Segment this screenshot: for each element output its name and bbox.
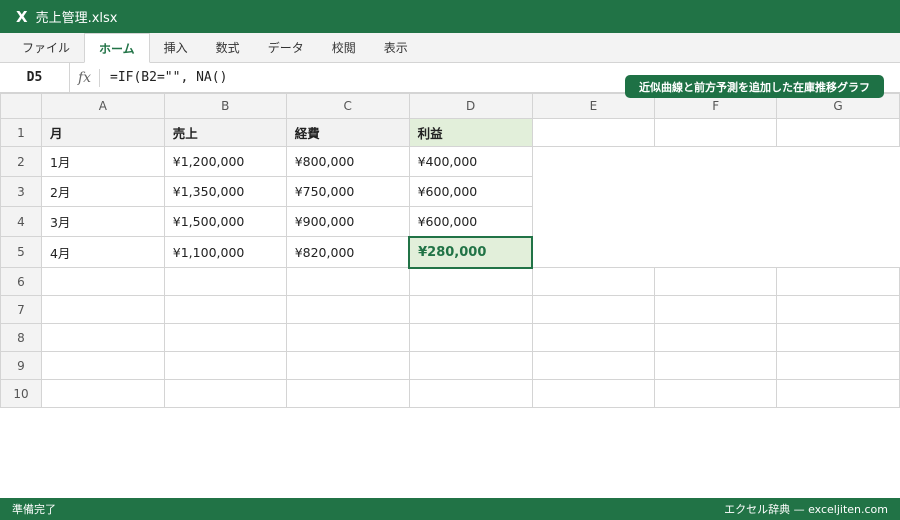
column-header-d[interactable]: D [408, 93, 533, 119]
cell-a3[interactable]: 2月 [40, 176, 165, 207]
cell-d5-selected[interactable]: ¥280,000 [408, 235, 534, 269]
status-credit: エクセル辞典 — exceljiten.com [724, 503, 888, 516]
cell-g8[interactable] [776, 323, 900, 352]
cell-b5[interactable]: ¥1,100,000 [163, 236, 287, 268]
cell-a5[interactable]: 4月 [40, 236, 165, 268]
cell-e6[interactable] [531, 267, 656, 296]
tab-home[interactable]: ホーム [84, 33, 150, 63]
cell-b2[interactable]: ¥1,200,000 [163, 146, 287, 177]
cell-c10[interactable] [285, 379, 410, 408]
tab-formulas[interactable]: 数式 [202, 32, 254, 62]
cell-a2[interactable]: 1月 [40, 146, 165, 177]
cell-d9[interactable] [408, 351, 533, 380]
cell-a10[interactable] [40, 379, 165, 408]
cell-g9[interactable] [776, 351, 900, 380]
cell-d1[interactable]: 利益 [408, 118, 533, 147]
cell-a8[interactable] [40, 323, 165, 352]
cell-c9[interactable] [285, 351, 410, 380]
cell-c8[interactable] [285, 323, 410, 352]
cell-f7[interactable] [654, 295, 778, 324]
cell-a6[interactable] [40, 267, 165, 296]
column-header-b[interactable]: B [163, 93, 287, 119]
cell-b9[interactable] [163, 351, 287, 380]
empty-area-row3 [531, 176, 900, 207]
cell-d3[interactable]: ¥600,000 [408, 176, 533, 207]
cell-b10[interactable] [163, 379, 287, 408]
cell-g1[interactable] [776, 118, 900, 147]
title-bar: X 売上管理.xlsx [0, 0, 900, 33]
cell-b3[interactable]: ¥1,350,000 [163, 176, 287, 207]
tab-data[interactable]: データ [254, 32, 318, 62]
cell-d7[interactable] [408, 295, 533, 324]
cell-d4[interactable]: ¥600,000 [408, 206, 533, 237]
row-header-5[interactable]: 5 [0, 236, 42, 268]
cell-f8[interactable] [654, 323, 778, 352]
topic-badge: 近似曲線と前方予測を追加した在庫推移グラフ [625, 75, 884, 98]
row-header-4[interactable]: 4 [0, 206, 42, 237]
fx-icon[interactable]: fx [70, 68, 100, 87]
cell-d6[interactable] [408, 267, 533, 296]
empty-area-row4 [531, 206, 900, 237]
formula-input[interactable]: =IF(B2="", NA() [100, 70, 227, 85]
cell-c2[interactable]: ¥800,000 [285, 146, 410, 177]
cell-d8[interactable] [408, 323, 533, 352]
tab-view[interactable]: 表示 [370, 32, 422, 62]
empty-area-row5 [531, 236, 900, 268]
row-header-2[interactable]: 2 [0, 146, 42, 177]
cell-b8[interactable] [163, 323, 287, 352]
spreadsheet-grid: A B C D E F G 1 月 売上 経費 利益 2 1月 ¥1,200,0… [0, 93, 900, 408]
cell-e7[interactable] [531, 295, 656, 324]
status-ready: 準備完了 [12, 503, 56, 516]
cell-b6[interactable] [163, 267, 287, 296]
cell-c3[interactable]: ¥750,000 [285, 176, 410, 207]
tab-file[interactable]: ファイル [8, 32, 84, 62]
cell-c1[interactable]: 経費 [285, 118, 410, 147]
cell-c4[interactable]: ¥900,000 [285, 206, 410, 237]
column-header-c[interactable]: C [285, 93, 410, 119]
cell-c7[interactable] [285, 295, 410, 324]
cell-a7[interactable] [40, 295, 165, 324]
cell-c6[interactable] [285, 267, 410, 296]
column-header-a[interactable]: A [40, 93, 165, 119]
row-header-8[interactable]: 8 [0, 323, 42, 352]
row-header-1[interactable]: 1 [0, 118, 42, 147]
cell-b7[interactable] [163, 295, 287, 324]
row-header-10[interactable]: 10 [0, 379, 42, 408]
row-header-3[interactable]: 3 [0, 176, 42, 207]
cell-b1[interactable]: 売上 [163, 118, 287, 147]
cell-a4[interactable]: 3月 [40, 206, 165, 237]
tab-review[interactable]: 校閲 [318, 32, 370, 62]
tab-insert[interactable]: 挿入 [150, 32, 202, 62]
empty-area-row2 [531, 146, 900, 177]
cell-e10[interactable] [531, 379, 656, 408]
cell-f9[interactable] [654, 351, 778, 380]
select-all-corner[interactable] [0, 93, 42, 119]
cell-e1[interactable] [531, 118, 656, 147]
cell-g6[interactable] [776, 267, 900, 296]
excel-logo-icon: X [16, 7, 28, 26]
row-header-9[interactable]: 9 [0, 351, 42, 380]
ribbon-tabs: ファイル ホーム 挿入 数式 データ 校閲 表示 [0, 33, 900, 63]
cell-f6[interactable] [654, 267, 778, 296]
cell-g10[interactable] [776, 379, 900, 408]
row-header-6[interactable]: 6 [0, 267, 42, 296]
cell-e8[interactable] [531, 323, 656, 352]
cell-f10[interactable] [654, 379, 778, 408]
cell-a9[interactable] [40, 351, 165, 380]
cell-a1[interactable]: 月 [40, 118, 165, 147]
cell-e9[interactable] [531, 351, 656, 380]
cell-b4[interactable]: ¥1,500,000 [163, 206, 287, 237]
cell-d10[interactable] [408, 379, 533, 408]
cell-f1[interactable] [654, 118, 778, 147]
status-bar: 準備完了 エクセル辞典 — exceljiten.com [0, 498, 900, 520]
cell-c5[interactable]: ¥820,000 [285, 236, 410, 268]
window-title: 売上管理.xlsx [35, 11, 118, 26]
cell-g7[interactable] [776, 295, 900, 324]
name-box[interactable]: D5 [0, 62, 70, 93]
cell-d2[interactable]: ¥400,000 [408, 146, 533, 177]
row-header-7[interactable]: 7 [0, 295, 42, 324]
